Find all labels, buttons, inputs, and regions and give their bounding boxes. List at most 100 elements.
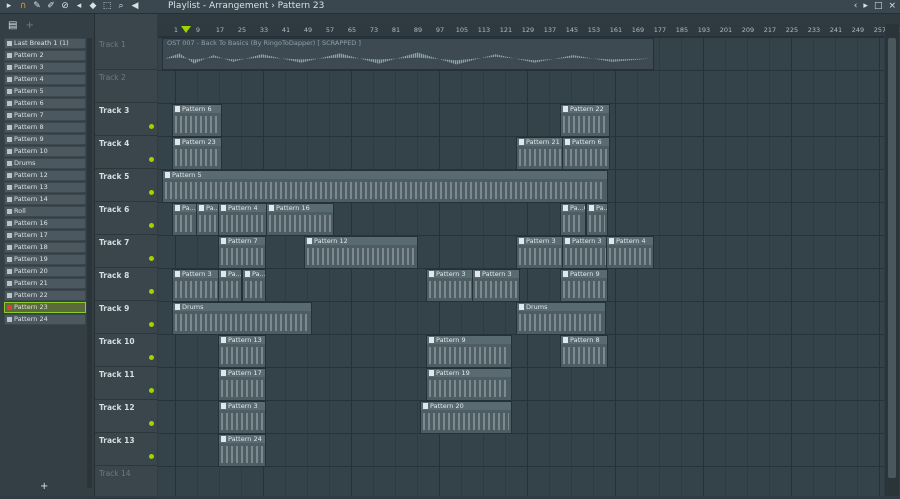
track-header[interactable]: Track 13 — [95, 433, 157, 466]
pattern-clip[interactable]: Pattern 21 — [516, 137, 564, 170]
pattern-clip[interactable]: Pattern 4 — [606, 236, 654, 269]
pattern-clip[interactable]: Pattern 7 — [218, 236, 266, 269]
vertical-scrollbar[interactable] — [885, 24, 899, 496]
pattern-list-item[interactable]: Pattern 12 — [4, 170, 86, 181]
track-header[interactable]: Track 4 — [95, 136, 157, 169]
pattern-list-item[interactable]: Pattern 18 — [4, 242, 86, 253]
maximize-icon[interactable]: □ — [874, 1, 883, 11]
track-header[interactable]: Track 7 — [95, 235, 157, 268]
track-mute-led[interactable] — [149, 454, 154, 459]
pattern-list-item[interactable]: Pattern 24 — [4, 314, 86, 325]
pattern-list-item[interactable]: Drums — [4, 158, 86, 169]
back-icon[interactable]: ‹ — [854, 1, 858, 11]
slip-icon[interactable]: ◆ — [88, 1, 98, 11]
add-pattern-button[interactable]: + — [40, 481, 48, 492]
pencil-icon[interactable]: ✎ — [32, 1, 42, 11]
pattern-clip[interactable]: Pattern 6 — [172, 104, 222, 137]
track-header[interactable]: Track 9 — [95, 301, 157, 334]
pattern-clip[interactable]: Pattern 8 — [560, 335, 608, 368]
pattern-list-item[interactable]: Pattern 13 — [4, 182, 86, 193]
pattern-list-item[interactable]: Last Breath 1 (1) — [4, 38, 86, 49]
pattern-clip[interactable]: Pa...0 — [218, 269, 242, 302]
track-header[interactable]: Track 5 — [95, 169, 157, 202]
track-header[interactable]: Track 8 — [95, 268, 157, 301]
scroll-thumb[interactable] — [888, 38, 896, 478]
pattern-list-item[interactable]: Pattern 10 — [4, 146, 86, 157]
pattern-clip[interactable]: Pattern 22 — [560, 104, 610, 137]
pattern-clip[interactable]: Pattern 6 — [562, 137, 610, 170]
pattern-clip[interactable]: Pattern 23 — [172, 137, 222, 170]
pattern-list-item[interactable]: Pattern 14 — [4, 194, 86, 205]
pattern-clip[interactable]: Pattern 17 — [218, 368, 266, 401]
arrow-right-icon[interactable]: ▸ — [4, 1, 14, 11]
track-header[interactable]: Track 2 — [95, 70, 157, 103]
paint-icon[interactable]: ✐ — [46, 1, 56, 11]
pattern-clip[interactable]: Pattern 3 — [172, 269, 220, 302]
picker-menu-icon[interactable]: ▤ — [8, 20, 17, 31]
track-header[interactable]: Track 3 — [95, 103, 157, 136]
select-icon[interactable]: ⬚ — [102, 1, 112, 11]
pattern-list-item[interactable]: Pattern 3 — [4, 62, 86, 73]
pattern-clip[interactable]: Pa...0 — [242, 269, 266, 302]
track-mute-led[interactable] — [149, 322, 154, 327]
pattern-list-item[interactable]: Roll — [4, 206, 86, 217]
playhead-marker[interactable] — [181, 26, 191, 33]
track-header[interactable]: Track 14 — [95, 466, 157, 499]
picker-add-icon[interactable]: + — [25, 20, 33, 31]
pattern-list-item[interactable]: Pattern 17 — [4, 230, 86, 241]
pattern-list-item[interactable]: Pattern 19 — [4, 254, 86, 265]
pattern-clip[interactable]: Pattern 12 — [304, 236, 418, 269]
pattern-clip[interactable]: Pattern 9 — [560, 269, 608, 302]
zoom-icon[interactable]: ⌕ — [116, 1, 126, 11]
pattern-clip[interactable]: Pattern 3 — [472, 269, 520, 302]
pattern-list-item[interactable]: Pattern 4 — [4, 74, 86, 85]
pattern-clip[interactable]: Pattern 19 — [426, 368, 512, 401]
pattern-clip[interactable]: Pattern 16 — [266, 203, 334, 236]
track-mute-led[interactable] — [149, 289, 154, 294]
pattern-list-item[interactable]: Pattern 23 — [4, 302, 86, 313]
delete-icon[interactable]: ⊘ — [60, 1, 70, 11]
arrow-icon[interactable]: ▸ — [863, 1, 868, 11]
pattern-clip[interactable]: Pattern 3 — [562, 236, 610, 269]
pattern-list-item[interactable]: Pattern 20 — [4, 266, 86, 277]
pattern-list-item[interactable]: Pattern 9 — [4, 134, 86, 145]
pattern-clip[interactable]: Pattern 20 — [420, 401, 512, 434]
track-mute-led[interactable] — [149, 421, 154, 426]
close-icon[interactable]: × — [888, 1, 896, 11]
pattern-clip[interactable]: Pattern 3 — [218, 401, 266, 434]
pattern-clip[interactable]: Pa...0 — [586, 203, 608, 236]
timeline-ruler[interactable]: 1 9 17 25 33 41 49 57 65 73 81 89 97 105 113 121 129 137 1… — [158, 24, 900, 37]
track-mute-led[interactable] — [149, 190, 154, 195]
mute-icon[interactable]: ◂ — [74, 1, 84, 11]
pattern-clip[interactable]: Pa...0 — [172, 203, 198, 236]
track-mute-led[interactable] — [149, 388, 154, 393]
pattern-clip[interactable]: Pattern 9 — [426, 335, 512, 368]
pattern-list-item[interactable]: Pattern 8 — [4, 122, 86, 133]
playlist-grid[interactable]: OST 007 - Back To Basics (By RingoToDapp… — [158, 37, 884, 496]
picker-scrollbar[interactable] — [87, 38, 92, 488]
pattern-clip[interactable]: Drums — [172, 302, 312, 335]
pattern-clip[interactable]: Pattern 13 — [218, 335, 266, 368]
pattern-list-item[interactable]: Pattern 16 — [4, 218, 86, 229]
track-mute-led[interactable] — [149, 124, 154, 129]
track-header[interactable]: Track 10 — [95, 334, 157, 367]
pattern-list-item[interactable]: Pattern 22 — [4, 290, 86, 301]
track-mute-led[interactable] — [149, 256, 154, 261]
track-header[interactable]: Track 11 — [95, 367, 157, 400]
pattern-clip[interactable]: Pattern 24 — [218, 434, 266, 467]
pattern-clip[interactable]: Pa...0 — [560, 203, 586, 236]
pattern-clip[interactable]: Pattern 5 — [162, 170, 608, 203]
pattern-list-item[interactable]: Pattern 2 — [4, 50, 86, 61]
track-mute-led[interactable] — [149, 355, 154, 360]
pattern-clip[interactable]: Pa...0 — [196, 203, 220, 236]
pattern-clip[interactable]: Pattern 3 — [426, 269, 474, 302]
pattern-clip[interactable]: Pattern 3 — [516, 236, 564, 269]
speaker-icon[interactable]: ◀ — [130, 1, 140, 11]
pattern-list-item[interactable]: Pattern 5 — [4, 86, 86, 97]
magnet-icon[interactable]: ∩ — [18, 1, 28, 11]
track-mute-led[interactable] — [149, 223, 154, 228]
audio-clip[interactable]: OST 007 - Back To Basics (By RingoToDapp… — [162, 38, 654, 70]
track-header[interactable]: Track 12 — [95, 400, 157, 433]
track-header[interactable]: Track 6 — [95, 202, 157, 235]
track-mute-led[interactable] — [149, 157, 154, 162]
